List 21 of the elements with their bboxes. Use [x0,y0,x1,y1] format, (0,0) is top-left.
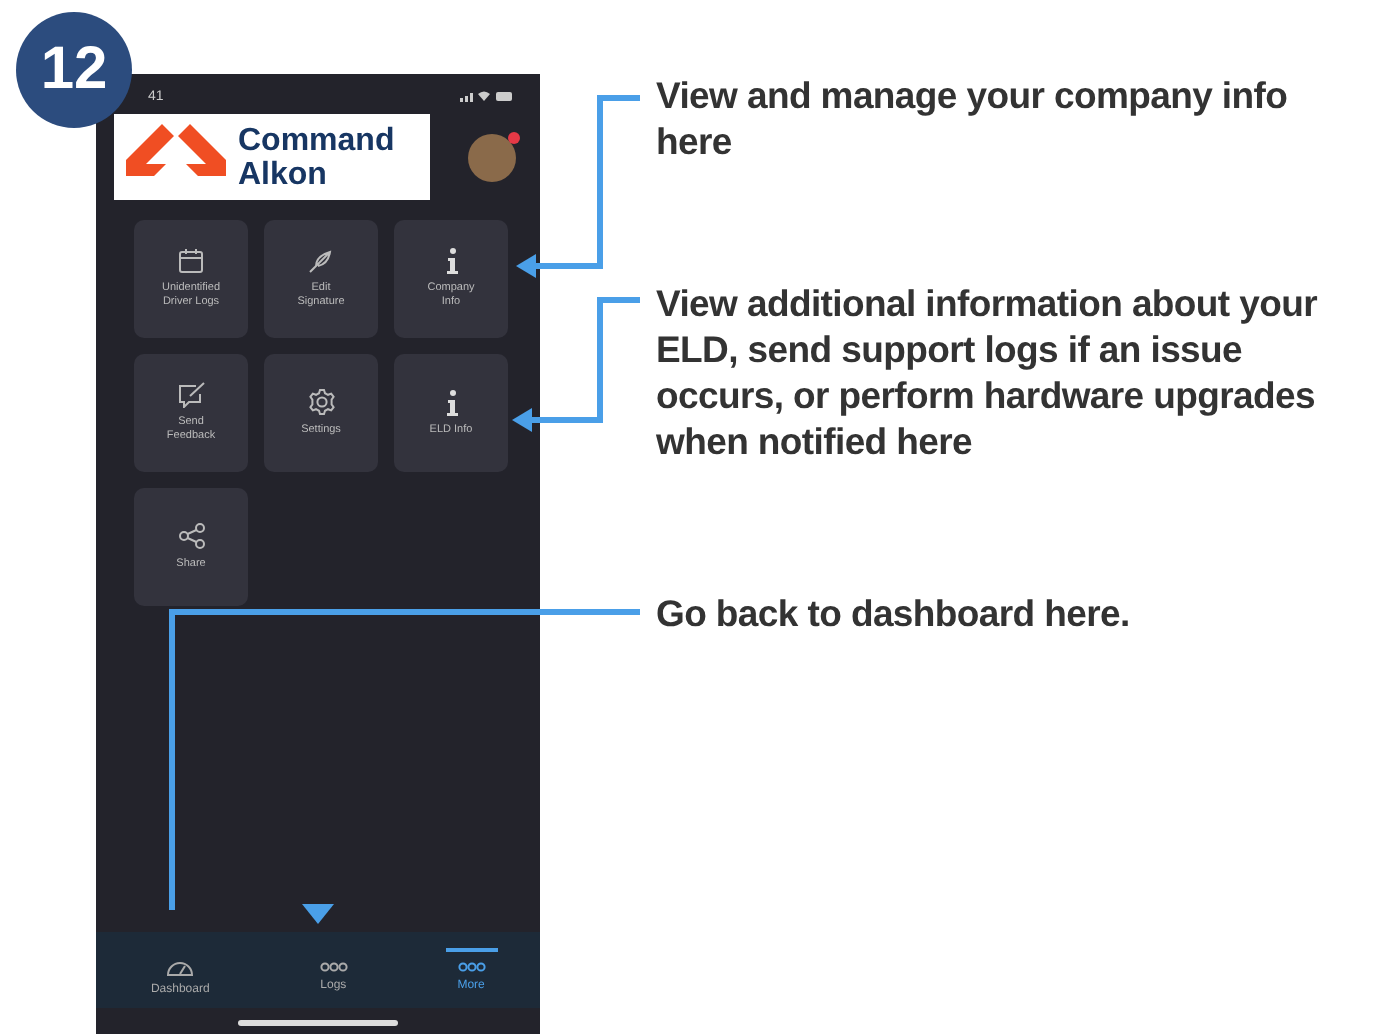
annotation-text: View additional information about your ELD, send support logs if an issue occurs, or perform hardware upgrades when notified here [656,280,1320,464]
notification-dot [508,131,520,143]
step-number-badge: 12 [16,12,132,128]
calendar-icon [178,248,204,274]
status-icons [460,90,512,102]
info-icon [445,389,457,415]
avatar[interactable] [468,133,516,181]
annotation-text: Go back to dashboard here. [656,590,1132,636]
dots-icon [319,962,348,972]
logo-text: Command [238,123,395,157]
pointer-arrow [512,297,640,432]
info-icon [445,248,457,274]
dots-icon [457,962,486,972]
settings-icon [307,388,335,416]
logo-text: Alkon [238,157,329,191]
annotation-text: View and manage your company info here [656,72,1290,164]
feather-icon [308,248,334,274]
edit-note-icon [177,382,205,408]
down-triangle-icon [302,904,334,924]
gauge-icon [166,958,195,976]
share-icon [177,522,205,550]
